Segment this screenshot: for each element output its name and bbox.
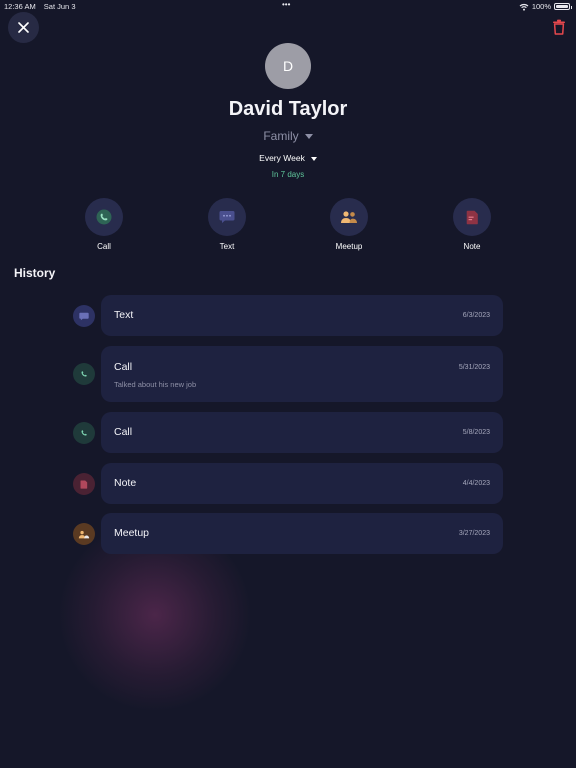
action-meetup-circle[interactable] [330,198,368,236]
contact-name: David Taylor [228,98,348,120]
action-call-button[interactable]: Call [84,198,124,251]
chat-bubble-icon [79,312,89,320]
wifi-icon [519,3,529,11]
battery-level [556,5,568,8]
battery-icon [554,3,572,10]
note-icon [466,210,478,224]
delete-contact-button[interactable] [552,19,566,35]
history-entry-date: 6/3/2023 [462,312,490,319]
history-entry[interactable]: Meetup 3/27/2023 [101,513,503,554]
close-icon [18,22,29,33]
battery-percent: 100% [531,2,551,11]
next-due-label: In 7 days [271,170,305,179]
status-bar: 12:36 AM Sat Jun 3 ••• 100% [0,0,576,12]
status-right: 100% [519,2,572,11]
status-date: Sat Jun 3 [43,2,76,11]
action-note-label: Note [463,242,481,251]
action-call-label: Call [97,242,111,251]
history-entry-date: 5/31/2023 [458,364,490,371]
action-meetup-label: Meetup [335,242,363,251]
people-icon [78,530,90,538]
history-entry[interactable]: Note 4/4/2023 [101,463,503,504]
history-entry[interactable]: Call 5/8/2023 [101,412,503,453]
action-note-circle[interactable] [453,198,491,236]
history-entry-date: 3/27/2023 [458,530,490,537]
frequency-label: Every Week [259,153,305,163]
history-entry-type: Meetup [114,527,150,539]
note-icon [80,479,88,489]
trash-icon [553,19,565,35]
history-entry-type: Call [114,361,133,373]
chevron-down-icon [304,134,313,140]
frequency-selector[interactable]: Every Week [0,153,576,163]
avatar-initial: D [282,58,294,74]
action-note-button[interactable]: Note [452,198,492,251]
history-entry-type: Note [114,477,137,489]
status-left: 12:36 AM Sat Jun 3 [4,2,82,11]
action-call-circle[interactable] [85,198,123,236]
status-time: 12:36 AM [4,2,36,11]
close-button[interactable] [8,12,39,43]
history-title: History [14,266,56,280]
phone-icon [96,209,112,225]
action-text-button[interactable]: Text [207,198,247,251]
phone-icon [81,430,87,436]
action-text-label: Text [219,242,235,251]
history-entry-icon-badge [73,305,95,327]
history-entry[interactable]: Text 6/3/2023 [101,295,503,336]
phone-icon [81,371,87,377]
action-text-circle[interactable] [208,198,246,236]
group-selector[interactable]: Family [0,129,576,143]
history-entry-date: 4/4/2023 [462,480,490,487]
history-entry-type: Text [114,309,134,321]
people-icon [341,211,357,223]
history-entry-icon-badge [73,523,95,545]
action-meetup-button[interactable]: Meetup [329,198,369,251]
avatar[interactable]: D [265,43,311,89]
history-entry-icon-badge [73,473,95,495]
history-entry-type: Call [114,426,133,438]
history-entry-note: Talked about his new job [114,380,197,389]
chat-bubble-icon [219,211,235,223]
chevron-down-icon [310,156,317,161]
history-entry-date: 5/8/2023 [462,429,490,436]
history-entry-icon-badge [73,363,95,385]
multitasking-dots[interactable]: ••• [282,0,290,9]
history-entry[interactable]: Call 5/31/2023 Talked about his new job [101,346,503,402]
group-label: Family [263,129,299,143]
history-entry-icon-badge [73,422,95,444]
